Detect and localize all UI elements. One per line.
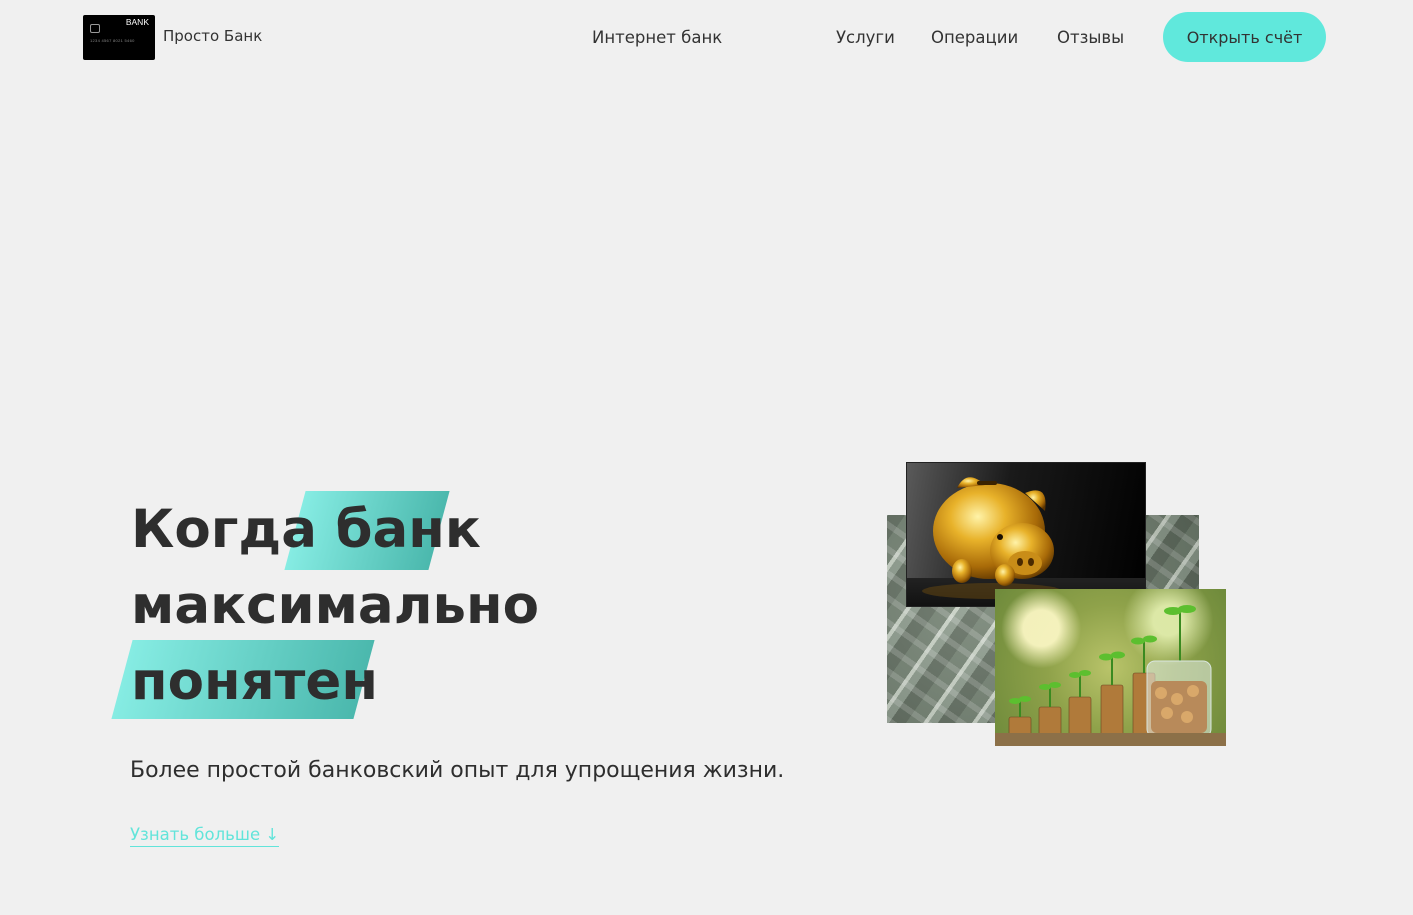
nav-operations[interactable]: Операции (931, 28, 1018, 47)
hero-subtitle: Более простой банковский опыт для упроще… (130, 758, 785, 783)
headline-line-2: максимально (131, 568, 539, 644)
brand-name: Просто Банк (163, 27, 263, 45)
headline-word-when: Когда (131, 499, 317, 560)
headline-word-maximally: максимально (131, 575, 540, 636)
card-chip-icon (90, 24, 100, 33)
headline-word-bank: банк (335, 499, 481, 560)
card-number: 1234 4567 8021 5460 (90, 38, 135, 43)
bank-card-logo-icon: BANK 1234 4567 8021 5460 (83, 15, 155, 60)
nav-reviews[interactable]: Отзывы (1057, 28, 1124, 47)
hero-headline: Когда банк максимально понятен (111, 491, 539, 720)
nav-internet-bank[interactable]: Интернет банк (592, 28, 722, 47)
coins-and-plants-image (995, 589, 1226, 746)
golden-piggy-bank-image (907, 463, 1145, 606)
learn-more-link[interactable]: Узнать больше ↓ (130, 825, 280, 847)
piggy-bank-icon (907, 477, 1145, 606)
open-account-button[interactable]: Открыть счёт (1163, 12, 1326, 62)
nav-services[interactable]: Услуги (836, 28, 895, 47)
coin-stacks-icon (995, 605, 1226, 746)
headline-word-clear: понятен (131, 651, 378, 712)
card-bank-label: BANK (125, 17, 149, 27)
headline-line-1: Когда банк (131, 492, 539, 568)
headline-line-3: понятен (131, 644, 539, 720)
logo-link[interactable]: BANK 1234 4567 8021 5460 Просто Банк (83, 15, 262, 60)
